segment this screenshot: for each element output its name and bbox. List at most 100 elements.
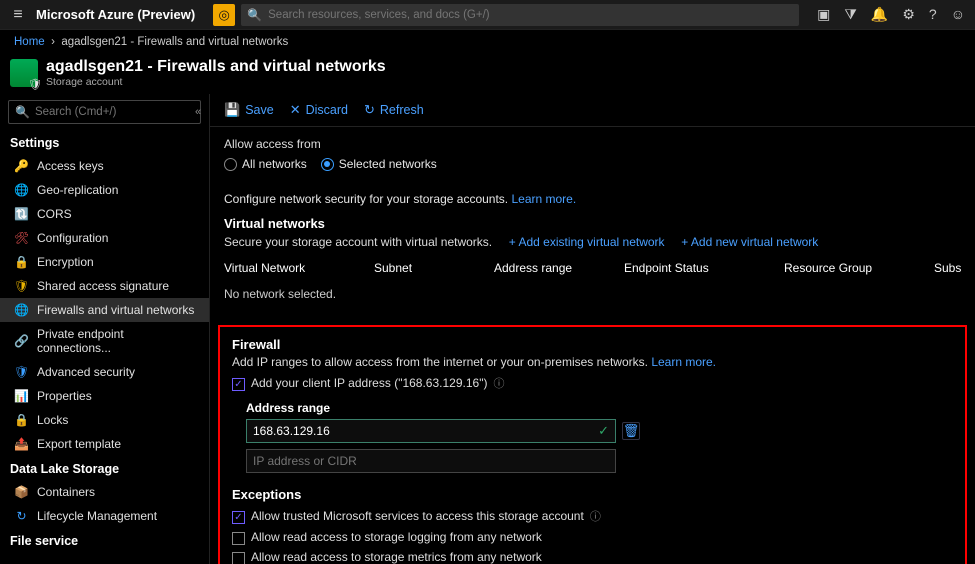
sidebar-item-configuration[interactable]: 🛠Configuration: [0, 226, 209, 250]
sidebar-item-label: Lifecycle Management: [37, 509, 157, 523]
vnet-desc: Secure your storage account with virtual…: [224, 235, 492, 249]
feedback-icon[interactable]: ☺: [951, 6, 965, 23]
radio-all-networks[interactable]: All networks: [224, 157, 307, 171]
sidebar-group-settings: Settings: [0, 130, 209, 154]
page-header: agadlsgen21 - Firewalls and virtual netw…: [0, 54, 975, 94]
breadcrumb-resource: agadlsgen21 - Firewalls and virtual netw…: [61, 36, 288, 48]
add-existing-vnet-link[interactable]: + Add existing virtual network: [509, 235, 665, 249]
radio-selected-networks[interactable]: Selected networks: [321, 157, 437, 171]
sidebar-item-label: Locks: [37, 413, 68, 427]
storage-account-icon: [10, 59, 38, 87]
discard-icon: ✕: [290, 102, 301, 118]
sidebar-item-firewalls[interactable]: 🌐 Firewalls and virtual networks: [0, 298, 209, 322]
sidebar-item-private-endpoint[interactable]: 🔗Private endpoint connections...: [0, 322, 209, 360]
hamburger-icon[interactable]: ≡: [0, 6, 36, 24]
export-icon: 📤: [14, 437, 29, 451]
firewall-heading: Firewall: [232, 337, 953, 352]
exception-metrics-row[interactable]: Allow read access to storage metrics fro…: [232, 550, 953, 564]
notification-icon[interactable]: 🔔: [871, 6, 888, 23]
col-subscription: Subs: [924, 261, 961, 275]
add-client-ip-row[interactable]: Add your client IP address ("168.63.129.…: [232, 375, 953, 391]
address-range-row: ✓ 🗑: [246, 419, 953, 443]
checkbox-icon[interactable]: [232, 552, 245, 564]
net-desc-text: Configure network security for your stor…: [224, 192, 511, 206]
vnet-empty: No network selected.: [224, 281, 961, 307]
global-search[interactable]: 🔍: [241, 4, 799, 26]
sidebar-item-cors[interactable]: 🔃CORS: [0, 202, 209, 226]
firewall-desc: Add IP ranges to allow access from the i…: [232, 355, 651, 369]
radio-label: Selected networks: [339, 157, 437, 171]
sidebar-group-file: File service: [0, 528, 209, 552]
sas-icon: 🛡: [14, 279, 29, 293]
refresh-button[interactable]: ↻ Refresh: [364, 102, 424, 118]
topbar-icons: ▣ ⧩ 🔔 ⚙ ? ☺: [807, 6, 975, 23]
address-range-new-input[interactable]: [253, 454, 609, 468]
sidebar-item-access-keys[interactable]: 🔑Access keys: [0, 154, 209, 178]
sidebar-search-input[interactable]: [35, 106, 189, 118]
sidebar-item-label: Configuration: [37, 231, 108, 245]
sidebar-item-properties[interactable]: 📊Properties: [0, 384, 209, 408]
sidebar-item-lifecycle[interactable]: ↻ Lifecycle Management: [0, 504, 209, 528]
learn-more-link[interactable]: Learn more.: [511, 192, 576, 206]
cloud-shell-icon[interactable]: ◎: [213, 4, 235, 26]
search-icon: 🔍: [247, 8, 262, 22]
search-icon: 🔍: [15, 105, 30, 119]
refresh-icon: ↻: [364, 102, 375, 118]
top-bar: ≡ Microsoft Azure (Preview) ◎ 🔍 ▣ ⧩ 🔔 ⚙ …: [0, 0, 975, 30]
exception-logging-row[interactable]: Allow read access to storage logging fro…: [232, 530, 953, 544]
sidebar-item-geo-replication[interactable]: 🌐Geo-replication: [0, 178, 209, 202]
sidebar-item-encryption[interactable]: 🔒 Encryption: [0, 250, 209, 274]
lifecycle-icon: ↻: [14, 509, 29, 523]
discard-button-label: Discard: [306, 103, 348, 117]
page-title: agadlsgen21 - Firewalls and virtual netw…: [46, 58, 386, 76]
settings-icon[interactable]: ⚙: [902, 6, 915, 23]
sidebar-item-advanced-security[interactable]: 🛡Advanced security: [0, 360, 209, 384]
filter-icon[interactable]: ⧩: [844, 6, 857, 23]
address-range-label: Address range: [246, 401, 953, 415]
sidebar-item-label: Export template: [37, 437, 121, 451]
exception-metrics-label: Allow read access to storage metrics fro…: [251, 550, 542, 564]
sidebar-item-label: Firewalls and virtual networks: [37, 303, 194, 317]
checkbox-icon[interactable]: [232, 378, 245, 391]
help-icon[interactable]: ?: [929, 6, 937, 23]
properties-icon: 📊: [14, 389, 29, 403]
firewall-learn-more-link[interactable]: Learn more.: [651, 355, 716, 369]
breadcrumb-home[interactable]: Home: [14, 36, 45, 48]
address-range-input-wrap[interactable]: ✓: [246, 419, 616, 443]
info-icon[interactable]: ⓘ: [590, 508, 601, 524]
save-button[interactable]: 💾Save: [224, 102, 274, 118]
breadcrumb: Home › agadlsgen21 - Firewalls and virtu…: [0, 30, 975, 54]
command-bar: 💾Save ✕ Discard ↻ Refresh: [210, 94, 975, 127]
sidebar-item-locks[interactable]: 🔒 Locks: [0, 408, 209, 432]
sidebar-item-export-template[interactable]: 📤 Export template: [0, 432, 209, 456]
checkmark-icon: ✓: [598, 423, 609, 439]
add-new-vnet-link[interactable]: + Add new virtual network: [681, 235, 818, 249]
lock-icon: 🔒: [14, 255, 29, 269]
sidebar-item-label: Encryption: [37, 255, 94, 269]
sidebar-item-containers[interactable]: 📦Containers: [0, 480, 209, 504]
sidebar-item-sas[interactable]: 🛡 Shared access signature: [0, 274, 209, 298]
refresh-button-label: Refresh: [380, 103, 424, 117]
sidebar-item-label: Access keys: [37, 159, 104, 173]
info-icon[interactable]: ⓘ: [493, 375, 504, 391]
delete-ip-button[interactable]: 🗑: [622, 422, 640, 440]
global-search-input[interactable]: [268, 9, 793, 21]
save-button-label: Save: [245, 103, 274, 117]
pin-icon[interactable]: «: [195, 106, 201, 118]
console-icon[interactable]: ▣: [817, 6, 830, 23]
cors-icon: 🔃: [14, 207, 29, 221]
address-range-input[interactable]: [253, 424, 598, 438]
address-range-placeholder[interactable]: [246, 449, 616, 473]
checkbox-icon[interactable]: [232, 532, 245, 545]
endpoint-icon: 🔗: [14, 334, 29, 348]
radio-icon: [224, 158, 237, 171]
add-client-ip-label: Add your client IP address ("168.63.129.…: [251, 376, 487, 390]
checkbox-icon[interactable]: [232, 511, 245, 524]
firewall-icon: 🌐: [14, 303, 29, 317]
exception-trusted-row[interactable]: Allow trusted Microsoft services to acce…: [232, 508, 953, 524]
lock-icon: 🔒: [14, 413, 29, 427]
sidebar-item-label: Shared access signature: [37, 279, 169, 293]
col-virtual-network: Virtual Network: [224, 261, 374, 275]
sidebar-search[interactable]: 🔍 «: [8, 100, 201, 124]
discard-button[interactable]: ✕ Discard: [290, 102, 348, 118]
